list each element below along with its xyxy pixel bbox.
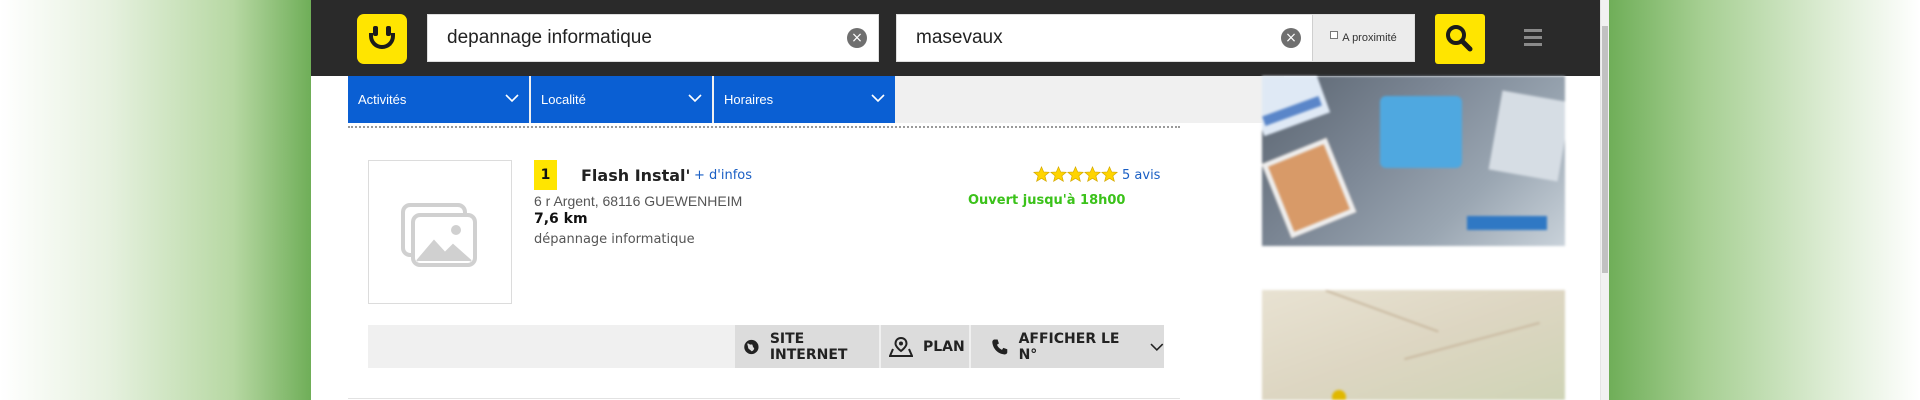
- map-label: PLAN: [923, 338, 965, 355]
- advertisement-banner[interactable]: [1262, 76, 1565, 246]
- map-button[interactable]: PLAN: [881, 325, 969, 368]
- chevron-down-icon: [688, 94, 702, 103]
- result-rank: 1: [534, 160, 557, 190]
- scrollbar-thumb[interactable]: [1602, 26, 1608, 273]
- website-label: SITE INTERNET: [769, 330, 848, 363]
- filter-label: Activités: [358, 92, 407, 107]
- map-preview[interactable]: [1262, 290, 1565, 400]
- divider: [348, 126, 1180, 128]
- opening-status: Ouvert jusqu'à 18h00: [968, 193, 1126, 208]
- result-name[interactable]: Flash Instal': [581, 166, 690, 185]
- result-thumbnail[interactable]: [368, 160, 512, 304]
- result-activity: dépannage informatique: [534, 232, 695, 247]
- map-pin-icon: [889, 336, 913, 357]
- show-phone-button[interactable]: AFFICHER LE N°: [971, 325, 1164, 368]
- star-icon: [1101, 166, 1118, 183]
- clear-icon[interactable]: ×: [1281, 28, 1301, 48]
- right-background: [1609, 0, 1920, 400]
- chevron-down-icon: [871, 94, 885, 103]
- globe-icon: [744, 339, 759, 354]
- star-icon: [1033, 166, 1050, 183]
- filter-locality[interactable]: Localité: [531, 76, 712, 123]
- star-icon: [1067, 166, 1084, 183]
- proximity-checkbox[interactable]: [1330, 30, 1339, 39]
- star-icon: [1050, 166, 1067, 183]
- left-background: [0, 0, 311, 400]
- reviews-link[interactable]: 5 avis: [1122, 168, 1160, 183]
- filter-activities[interactable]: Activités: [348, 76, 529, 123]
- rating-stars[interactable]: [1033, 166, 1118, 183]
- filter-label: Horaires: [724, 92, 774, 107]
- filter-bar: Activités Localité Horaires: [348, 76, 1284, 123]
- chevron-down-icon: [1150, 343, 1164, 351]
- page: depannage informatique × masevaux × A pr…: [311, 0, 1609, 400]
- proximity-toggle[interactable]: A proximité: [1312, 15, 1414, 61]
- filter-hours[interactable]: Horaires: [714, 76, 895, 123]
- chevron-down-icon: [505, 94, 519, 103]
- phone-icon: [992, 339, 1008, 354]
- menu-icon[interactable]: [1524, 29, 1544, 49]
- what-search-input[interactable]: depannage informatique ×: [427, 14, 879, 62]
- top-bar: depannage informatique × masevaux × A pr…: [311, 0, 1609, 76]
- website-button[interactable]: SITE INTERNET: [735, 325, 879, 368]
- result-distance: 7,6 km: [534, 211, 588, 227]
- clear-icon[interactable]: ×: [847, 28, 867, 48]
- star-icon: [1084, 166, 1101, 183]
- logo-smiley-icon[interactable]: [357, 14, 407, 64]
- result-actions: SITE INTERNET PLAN AFFICHER LE N°: [368, 325, 1164, 368]
- image-placeholder-icon: [401, 203, 477, 267]
- more-info-link[interactable]: + d'infos: [694, 168, 752, 183]
- where-search-input[interactable]: masevaux × A proximité: [896, 14, 1415, 62]
- divider: [348, 398, 1180, 399]
- result-address: 6 r Argent, 68116 GUEWENHEIM: [534, 193, 743, 209]
- proximity-label: A proximité: [1342, 32, 1397, 44]
- filter-label: Localité: [541, 92, 586, 107]
- show-phone-label: AFFICHER LE N°: [1018, 330, 1120, 363]
- search-icon: [1446, 25, 1473, 52]
- what-search-value[interactable]: depannage informatique: [428, 27, 847, 49]
- search-button[interactable]: [1435, 14, 1485, 64]
- scrollbar[interactable]: [1600, 0, 1609, 400]
